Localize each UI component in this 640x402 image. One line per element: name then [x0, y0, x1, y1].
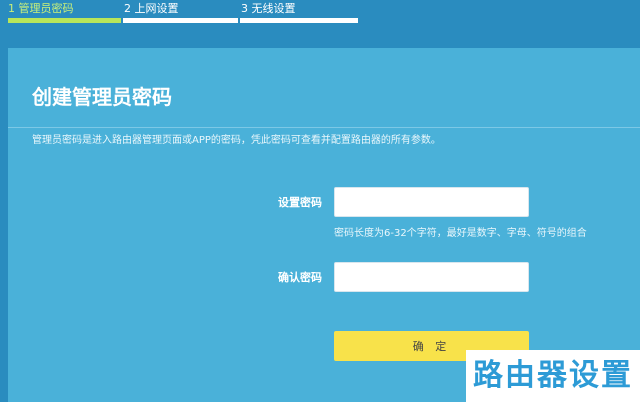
- site-watermark: 路由器设置: [466, 350, 640, 402]
- password-hint: 密码长度为6-32个字符，最好是数字、字母、符号的组合: [334, 228, 587, 239]
- title-divider: [8, 127, 640, 128]
- step-2-label: 2 上网设置: [124, 2, 179, 15]
- step-2-progress: [123, 18, 238, 23]
- password-label: 设置密码: [278, 196, 322, 209]
- step-1-progress: [8, 18, 121, 23]
- confirm-password-input[interactable]: [334, 262, 529, 292]
- step-3-progress: [240, 18, 358, 23]
- admin-password-panel: 创建管理员密码 管理员密码是进入路由器管理页面或APP的密码，凭此密码可查看并配…: [8, 48, 640, 402]
- password-input[interactable]: [334, 187, 529, 217]
- step-3-label: 3 无线设置: [241, 2, 296, 15]
- step-1-label: 1 管理员密码: [8, 2, 74, 15]
- page-title: 创建管理员密码: [32, 85, 172, 109]
- confirm-password-label: 确认密码: [278, 271, 322, 284]
- page-description: 管理员密码是进入路由器管理页面或APP的密码，凭此密码可查看并配置路由器的所有参…: [32, 135, 441, 146]
- step-progress-bar: 1 管理员密码 2 上网设置 3 无线设置: [0, 0, 640, 48]
